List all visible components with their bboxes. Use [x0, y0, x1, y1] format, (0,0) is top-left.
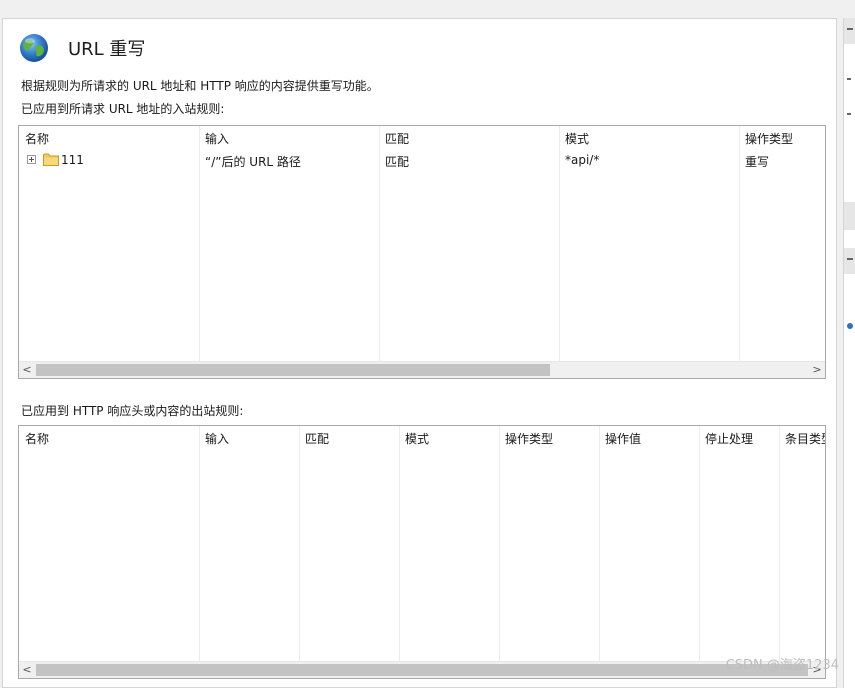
inbound-horizontal-scrollbar[interactable]: < > [19, 361, 825, 378]
inbound-rules-grid[interactable]: 名称 输入 匹配 模式 操作类型 111 “/”后的 URL 路径 匹配 *ap… [18, 125, 826, 379]
column-header-input[interactable]: 输入 [205, 130, 229, 147]
column-header-input[interactable]: 输入 [205, 430, 229, 447]
column-header-match[interactable]: 匹配 [305, 430, 329, 447]
scroll-left-arrow-icon[interactable]: < [19, 362, 35, 378]
column-header-match[interactable]: 匹配 [385, 130, 409, 147]
column-header-action-type[interactable]: 操作类型 [505, 430, 553, 447]
rule-pattern: *api/* [565, 153, 600, 167]
actions-pane-edge [843, 18, 855, 688]
column-header-pattern[interactable]: 模式 [565, 130, 589, 147]
page-header: URL 重写 [19, 31, 145, 65]
rule-match: 匹配 [385, 155, 410, 169]
plus-box-icon[interactable] [27, 155, 36, 164]
rule-input: “/”后的 URL 路径 [205, 155, 301, 169]
column-header-action-type[interactable]: 操作类型 [745, 130, 793, 147]
rule-name: 111 [61, 153, 84, 167]
scroll-thumb[interactable] [36, 364, 550, 376]
globe-icon [20, 34, 48, 62]
rule-action-type: 重写 [745, 155, 770, 169]
outbound-horizontal-scrollbar[interactable]: < > [19, 661, 825, 678]
page-title: URL 重写 [68, 39, 146, 60]
column-header-name[interactable]: 名称 [25, 130, 49, 147]
table-row[interactable]: 111 “/”后的 URL 路径 匹配 *api/* 重写 [19, 150, 825, 170]
outbound-rules-label: 已应用到 HTTP 响应头或内容的出站规则: [21, 404, 244, 418]
url-rewrite-panel: URL 重写 根据规则为所请求的 URL 地址和 HTTP 响应的内容提供重写功… [2, 18, 837, 688]
watermark: CSDN @海盗1234 [725, 658, 839, 673]
scroll-left-arrow-icon[interactable]: < [19, 662, 35, 678]
column-header-stop-processing[interactable]: 停止处理 [705, 430, 753, 447]
scroll-thumb[interactable] [36, 664, 808, 676]
inbound-rules-label: 已应用到所请求 URL 地址的入站规则: [21, 102, 225, 116]
outbound-rules-grid[interactable]: 名称 输入 匹配 模式 操作类型 操作值 停止处理 条目类型 < > [18, 425, 826, 679]
column-header-name[interactable]: 名称 [25, 430, 49, 447]
column-header-action-value[interactable]: 操作值 [605, 430, 641, 447]
inbound-grid-header: 名称 输入 匹配 模式 操作类型 [19, 126, 825, 148]
scroll-right-arrow-icon[interactable]: > [809, 362, 825, 378]
folder-icon [43, 153, 59, 166]
page-description: 根据规则为所请求的 URL 地址和 HTTP 响应的内容提供重写功能。 [21, 79, 379, 93]
column-header-pattern[interactable]: 模式 [405, 430, 429, 447]
column-header-entry-type[interactable]: 条目类型 [785, 430, 825, 447]
outbound-grid-header: 名称 输入 匹配 模式 操作类型 操作值 停止处理 条目类型 [19, 426, 825, 448]
